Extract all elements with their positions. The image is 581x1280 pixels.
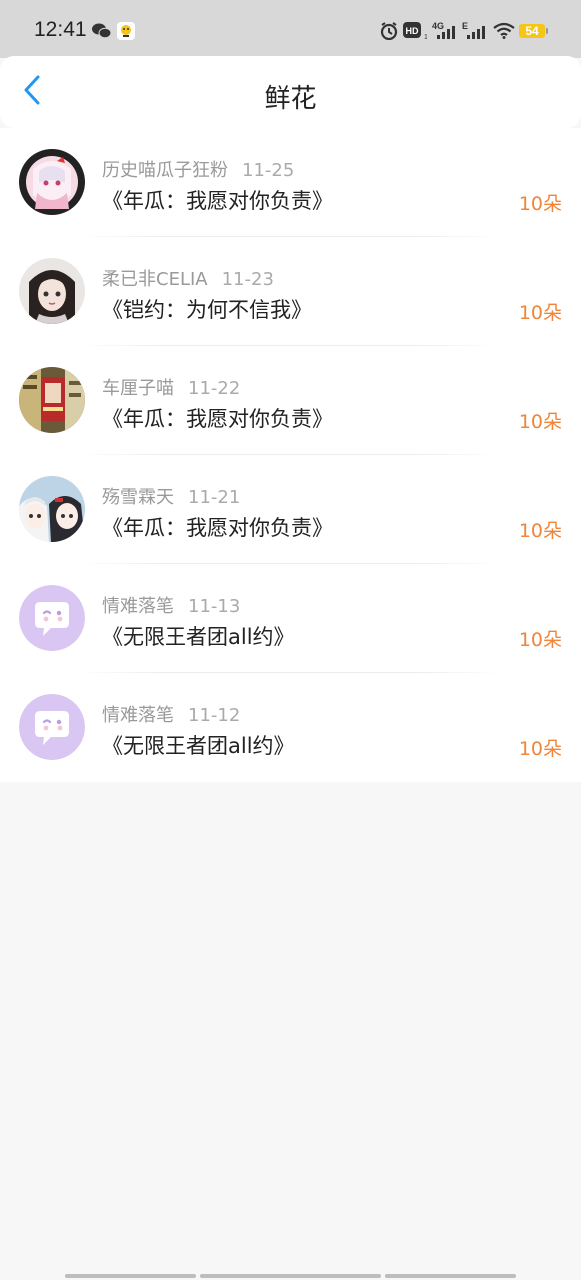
chat-bubble-icon — [19, 585, 85, 651]
user-name: 殇雪霖天 — [102, 487, 174, 508]
avatar[interactable] — [19, 585, 85, 651]
list-item[interactable]: 车厘子喵 11-22 《年瓜：我愿对你负责》 10朵 — [0, 346, 581, 455]
svg-text:4G: 4G — [432, 21, 444, 31]
record-meta: 殇雪霖天 11-21 — [102, 483, 240, 509]
status-bar: 12:41 HD 1 4G E 54 — [0, 0, 581, 58]
avatar[interactable] — [19, 476, 85, 542]
page-title: 鲜花 — [264, 84, 317, 114]
avatar[interactable] — [19, 367, 85, 433]
user-name: 情难落笔 — [102, 596, 174, 617]
avatar[interactable] — [19, 258, 85, 324]
wifi-icon — [493, 22, 515, 43]
user-name: 柔已非CELIA — [102, 269, 208, 290]
user-name: 历史喵瓜子狂粉 — [102, 160, 228, 181]
list-item[interactable]: 情难落笔 11-13 《无限王者团all约》 10朵 — [0, 564, 581, 673]
flower-amount: 10朵 — [518, 629, 562, 651]
record-meta: 柔已非CELIA 11-23 — [102, 265, 274, 291]
record-date: 11-12 — [188, 705, 241, 726]
record-date: 11-22 — [188, 378, 241, 399]
record-meta: 历史喵瓜子狂粉 11-25 — [102, 156, 294, 182]
nav-gesture-bar-right — [385, 1274, 516, 1278]
battery-level: 54 — [525, 24, 539, 38]
alarm-icon — [380, 22, 398, 44]
record-date: 11-13 — [188, 596, 241, 617]
book-title: 《无限王者团all约》 — [102, 625, 295, 649]
wechat-icon — [92, 23, 112, 43]
record-date: 11-21 — [188, 487, 241, 508]
record-date: 11-23 — [221, 269, 274, 290]
hd-icon: HD 1 — [403, 22, 428, 44]
avatar[interactable] — [19, 149, 85, 215]
flower-amount: 10朵 — [518, 738, 562, 760]
book-title: 《年瓜：我愿对你负责》 — [102, 407, 333, 431]
svg-text:HD: HD — [406, 26, 419, 36]
list-item[interactable]: 柔已非CELIA 11-23 《铠约：为何不信我》 10朵 — [0, 237, 581, 346]
signal-e-icon: E — [462, 20, 488, 44]
nav-gesture-bar-center[interactable] — [200, 1274, 381, 1278]
list-item[interactable]: 情难落笔 11-12 《无限王者团all约》 10朵 — [0, 673, 581, 782]
nav-header: 鲜花 — [0, 56, 581, 128]
user-name: 情难落笔 — [102, 705, 174, 726]
signal-4g-icon: 4G — [432, 20, 458, 44]
nav-gesture-bar-left — [65, 1274, 196, 1278]
user-name: 车厘子喵 — [102, 378, 174, 399]
flower-amount: 10朵 — [518, 193, 562, 215]
status-time: 12:41 — [34, 18, 87, 41]
flower-amount: 10朵 — [518, 302, 562, 324]
record-date: 11-25 — [242, 160, 295, 181]
flower-amount: 10朵 — [518, 520, 562, 542]
flower-amount: 10朵 — [518, 411, 562, 433]
chat-bubble-icon — [19, 694, 85, 760]
book-title: 《年瓜：我愿对你负责》 — [102, 516, 333, 540]
app-notification-icon — [117, 22, 135, 44]
svg-text:E: E — [462, 21, 468, 31]
avatar[interactable] — [19, 694, 85, 760]
book-title: 《铠约：为何不信我》 — [102, 298, 312, 322]
record-meta: 车厘子喵 11-22 — [102, 374, 240, 400]
book-title: 《年瓜：我愿对你负责》 — [102, 189, 333, 213]
flower-record-list: 历史喵瓜子狂粉 11-25 《年瓜：我愿对你负责》 10朵 柔已非CELIA 11-… — [0, 128, 581, 782]
list-item[interactable]: 殇雪霖天 11-21 《年瓜：我愿对你负责》 10朵 — [0, 455, 581, 564]
book-title: 《无限王者团all约》 — [102, 734, 295, 758]
record-meta: 情难落笔 11-13 — [102, 592, 240, 618]
svg-text:1: 1 — [424, 34, 427, 40]
record-meta: 情难落笔 11-12 — [102, 701, 240, 727]
list-item[interactable]: 历史喵瓜子狂粉 11-25 《年瓜：我愿对你负责》 10朵 — [0, 128, 581, 237]
